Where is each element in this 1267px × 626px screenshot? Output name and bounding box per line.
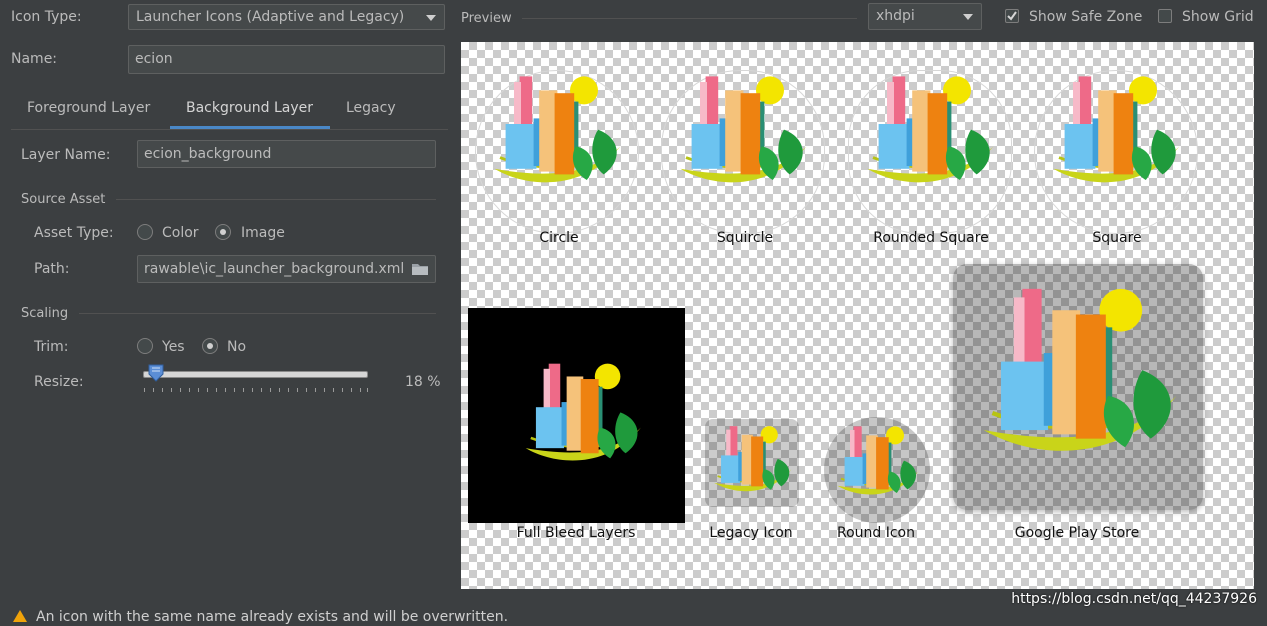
tab-background-layer[interactable]: Background Layer <box>186 100 313 116</box>
density-dropdown[interactable]: xhdpi <box>868 3 982 30</box>
preview-circle-label: Circle <box>539 230 579 246</box>
trim-label: Trim: <box>34 339 69 355</box>
app-logo-icon <box>524 362 643 462</box>
path-label: Path: <box>34 261 70 277</box>
preview-full-bleed <box>468 308 685 523</box>
active-tab-indicator <box>170 126 330 129</box>
trim-no-label[interactable]: No <box>227 339 246 355</box>
tab-foreground-layer[interactable]: Foreground Layer <box>27 100 150 116</box>
checkmark-icon <box>1007 11 1017 21</box>
trim-yes-radio[interactable] <box>137 338 153 354</box>
resize-slider-ticks <box>144 388 368 392</box>
path-field[interactable]: rawable\ic_launcher_background.xml <box>137 255 436 283</box>
source-asset-heading: Source Asset <box>21 192 106 207</box>
watermark-text: https://blog.csdn.net/qq_44237926 <box>1011 591 1257 607</box>
asset-type-label: Asset Type: <box>34 225 114 241</box>
resize-value: 18 % <box>405 374 441 390</box>
preview-google-play-store <box>953 264 1203 510</box>
resize-label: Resize: <box>34 374 84 390</box>
resize-slider-track[interactable] <box>143 371 368 378</box>
source-asset-divider <box>116 199 436 200</box>
preview-circle <box>475 70 639 234</box>
asset-type-color-label[interactable]: Color <box>162 225 199 241</box>
preview-legacy-icon <box>705 419 799 507</box>
preview-google-play-store-label: Google Play Store <box>1014 525 1140 541</box>
asset-type-color-radio[interactable] <box>137 224 153 240</box>
preview-squircle-label: Squircle <box>716 230 774 246</box>
show-safe-zone-checkbox[interactable] <box>1005 9 1019 23</box>
preview-rounded-square-label: Rounded Square <box>873 230 989 246</box>
chevron-down-icon <box>426 15 436 21</box>
tab-legacy[interactable]: Legacy <box>346 100 396 116</box>
trim-no-radio[interactable] <box>202 338 218 354</box>
app-logo-icon <box>971 276 1185 490</box>
warning-text: An icon with the same name already exist… <box>36 609 509 625</box>
preview-canvas: Circle Squircle Rounded Square Square Fu… <box>461 42 1254 589</box>
app-logo-icon <box>1052 75 1181 184</box>
resize-slider-thumb[interactable] <box>148 364 164 382</box>
layer-name-field[interactable]: ecion_background <box>137 140 436 168</box>
preview-rounded-square <box>848 70 1012 234</box>
app-logo-icon <box>836 425 920 496</box>
preview-legacy-icon-label: Legacy Icon <box>709 525 793 541</box>
scaling-divider <box>79 313 436 314</box>
preview-full-bleed-label: Full Bleed Layers <box>516 525 636 541</box>
app-logo-icon <box>492 75 622 184</box>
show-grid-checkbox[interactable] <box>1158 9 1172 23</box>
asset-type-image-radio[interactable] <box>215 224 231 240</box>
icon-type-label: Icon Type: <box>11 9 82 25</box>
app-logo-icon <box>866 75 995 184</box>
app-logo-icon <box>679 75 808 184</box>
preview-round-icon <box>824 417 930 523</box>
tab-divider <box>11 129 448 130</box>
name-field[interactable]: ecion <box>128 45 445 74</box>
preview-label: Preview <box>461 11 512 26</box>
layer-name-label: Layer Name: <box>21 147 111 163</box>
preview-round-icon-label: Round Icon <box>836 525 915 541</box>
folder-icon[interactable] <box>411 262 429 276</box>
scaling-heading: Scaling <box>21 306 69 321</box>
trim-yes-label[interactable]: Yes <box>162 339 185 355</box>
chevron-down-icon <box>963 14 973 20</box>
show-safe-zone-label[interactable]: Show Safe Zone <box>1029 9 1142 25</box>
preview-square <box>1034 70 1198 234</box>
asset-type-image-label[interactable]: Image <box>241 225 285 241</box>
name-label: Name: <box>11 51 58 67</box>
warning-icon <box>13 610 27 622</box>
icon-type-dropdown[interactable]: Launcher Icons (Adaptive and Legacy) <box>128 4 445 30</box>
preview-square-label: Square <box>1092 230 1142 246</box>
app-logo-icon <box>713 425 793 493</box>
preview-divider <box>522 18 857 19</box>
icon-type-value: Launcher Icons (Adaptive and Legacy) <box>136 9 405 25</box>
preview-squircle <box>661 70 825 234</box>
show-grid-label[interactable]: Show Grid <box>1182 9 1254 25</box>
density-value: xhdpi <box>876 8 915 24</box>
